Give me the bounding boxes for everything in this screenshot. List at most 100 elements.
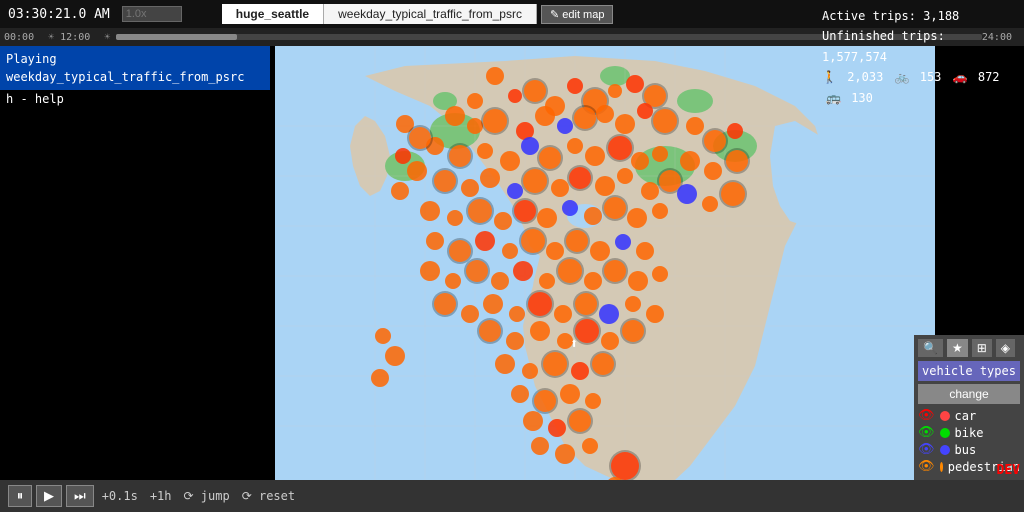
layers-panel-btn[interactable]: ◈ xyxy=(996,339,1015,357)
jump-label[interactable]: ⟳ jump xyxy=(180,487,234,505)
vehicle-name: bike xyxy=(955,426,984,440)
traffic-dot xyxy=(511,385,529,403)
playback-bar: ⏸ ▶ ⏭ +0.1s +1h ⟳ jump ⟳ reset xyxy=(0,480,1024,512)
timeline-progress xyxy=(116,34,237,40)
traffic-dot xyxy=(514,200,536,222)
pedestrian-icon: 🚶 xyxy=(822,70,837,84)
traffic-dot xyxy=(590,241,610,261)
unfinished-value: 1,577,574 xyxy=(822,50,887,64)
speed-input[interactable] xyxy=(122,6,182,22)
traffic-dot xyxy=(531,437,549,455)
traffic-dot xyxy=(652,203,668,219)
traffic-dot xyxy=(595,176,615,196)
traffic-dot xyxy=(407,161,427,181)
reset-label[interactable]: ⟳ reset xyxy=(238,487,299,505)
traffic-dot xyxy=(467,93,483,109)
timeline-mid: 12:00 xyxy=(60,32,90,43)
traffic-dot xyxy=(491,272,509,290)
traffic-dot xyxy=(628,271,648,291)
scenario-tab-1[interactable]: huge_seattle xyxy=(222,4,324,24)
traffic-dot xyxy=(601,332,619,350)
traffic-dot xyxy=(420,261,440,281)
traffic-dot xyxy=(537,208,557,228)
playing-label: Playing weekday_typical_traffic_from_psr… xyxy=(6,52,244,84)
traffic-dot xyxy=(551,179,569,197)
traffic-dot xyxy=(571,362,589,380)
traffic-dot xyxy=(575,319,599,343)
eye-toggle[interactable]: 👁 xyxy=(918,442,935,457)
pause-button[interactable]: ⏸ xyxy=(8,485,32,507)
search-panel-btn[interactable]: 🔍 xyxy=(918,339,943,357)
change-button[interactable]: change xyxy=(918,384,1020,404)
edit-map-button[interactable]: ✎ edit map xyxy=(541,5,613,24)
traffic-dot xyxy=(726,150,748,172)
traffic-dot xyxy=(426,232,444,250)
traffic-dot xyxy=(475,231,495,251)
traffic-dot xyxy=(546,242,564,260)
traffic-dot xyxy=(509,306,525,322)
traffic-dot xyxy=(554,305,572,323)
vehicle-types-label: vehicle types xyxy=(918,361,1020,381)
traffic-dot xyxy=(502,243,518,259)
speed-01s[interactable]: +0.1s xyxy=(98,487,142,505)
traffic-dot xyxy=(486,67,504,85)
traffic-dot xyxy=(558,259,582,283)
traffic-dot xyxy=(461,305,479,323)
traffic-dot xyxy=(468,199,492,223)
traffic-dot xyxy=(584,272,602,290)
vehicle-name: bus xyxy=(955,443,977,457)
traffic-dot xyxy=(704,130,726,152)
time-display: 03:30:21.0 AM xyxy=(0,7,118,22)
traffic-dot xyxy=(500,151,520,171)
traffic-dot xyxy=(592,353,614,375)
traffic-dot xyxy=(461,179,479,197)
unfinished-label: Unfinished trips: xyxy=(822,29,945,43)
step-button[interactable]: ⏭ xyxy=(66,485,94,507)
traffic-dot xyxy=(466,260,488,282)
sun-icon-1: ☀ xyxy=(48,32,54,43)
traffic-dot xyxy=(447,210,463,226)
bike-count: 153 xyxy=(920,70,942,84)
vehicle-color-dot xyxy=(940,411,950,421)
speed-1h[interactable]: +1h xyxy=(146,487,176,505)
traffic-dot xyxy=(420,201,440,221)
traffic-dot xyxy=(449,145,471,167)
vehicle-row: 👁 bike xyxy=(918,425,1020,440)
traffic-dot xyxy=(575,293,597,315)
traffic-dot xyxy=(727,123,743,139)
traffic-dot xyxy=(560,384,580,404)
traffic-dot xyxy=(626,75,644,93)
car-count: 872 xyxy=(978,70,1000,84)
traffic-dot xyxy=(555,444,575,464)
traffic-dot xyxy=(535,106,555,126)
cursor-indicator: ⬆ xyxy=(570,336,578,352)
traffic-dot xyxy=(434,170,456,192)
scenario-tab-2[interactable]: weekday_typical_traffic_from_psrc xyxy=(324,4,537,24)
traffic-dot xyxy=(530,321,550,341)
play-button[interactable]: ▶ xyxy=(36,485,62,507)
traffic-dot xyxy=(608,84,622,98)
eye-toggle[interactable]: 👁 xyxy=(918,425,935,440)
traffic-dot xyxy=(569,410,591,432)
help-text: h - help xyxy=(0,90,270,108)
grid-panel-btn[interactable]: ⊞ xyxy=(972,339,992,357)
traffic-dot xyxy=(615,114,635,134)
transport-counts-row: 🚶 2,033 🚲 153 🚗 872 🚌 130 xyxy=(822,67,1016,108)
dev-badge: DEV xyxy=(993,461,1024,480)
vehicle-color-dot xyxy=(940,445,950,455)
traffic-dot xyxy=(636,242,654,260)
unfinished-trips-row: Unfinished trips: 1,577,574 xyxy=(822,26,1016,67)
traffic-dot xyxy=(543,352,567,376)
traffic-dot xyxy=(599,304,619,324)
traffic-dot xyxy=(625,296,641,312)
star-panel-btn[interactable]: ★ xyxy=(947,339,968,357)
eye-toggle[interactable]: 👁 xyxy=(918,408,935,423)
traffic-dot xyxy=(483,294,503,314)
traffic-dot xyxy=(617,168,633,184)
eye-toggle[interactable]: 👁 xyxy=(918,459,935,474)
traffic-dot xyxy=(507,183,523,199)
traffic-dot xyxy=(611,452,639,480)
traffic-dot xyxy=(434,293,456,315)
traffic-dot xyxy=(608,136,632,160)
traffic-dot xyxy=(479,320,501,342)
